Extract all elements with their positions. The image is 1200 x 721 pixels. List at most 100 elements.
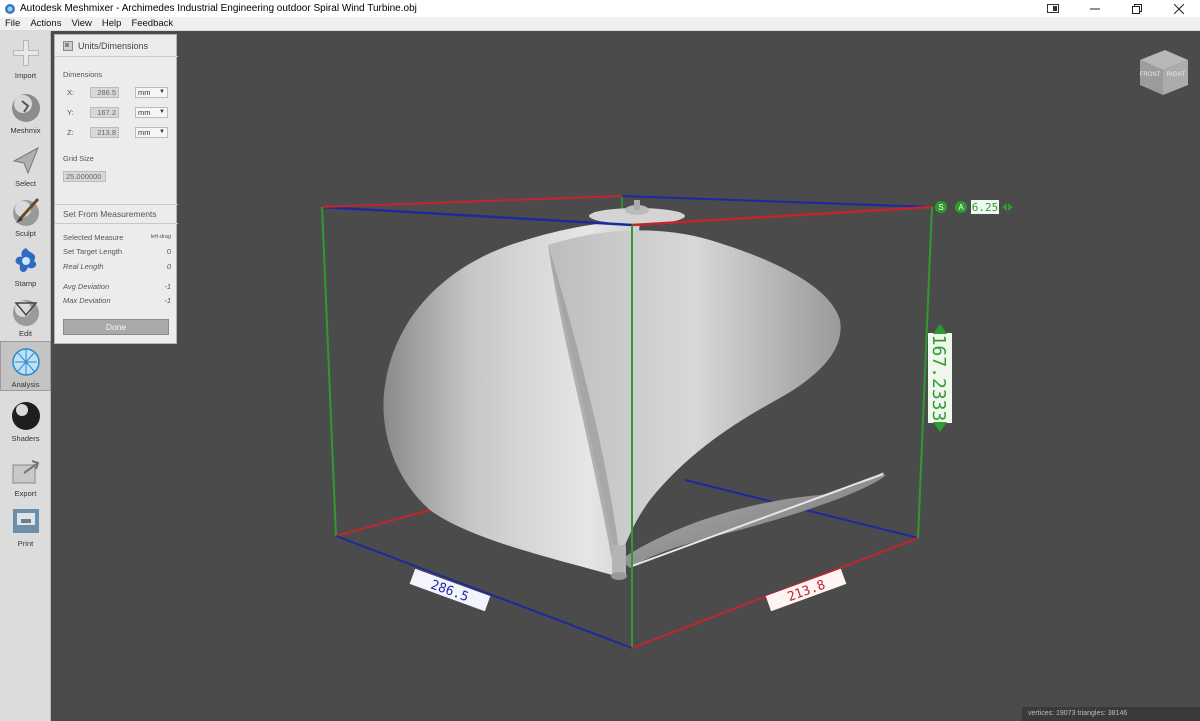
- edit-icon: [12, 300, 39, 326]
- y-unit-select[interactable]: mm ▼: [135, 107, 168, 118]
- restore-mode-button[interactable]: [1032, 0, 1074, 17]
- shaders-tool[interactable]: Shaders: [0, 396, 51, 446]
- x-unit-value: mm: [138, 88, 151, 97]
- height-value: 167.2333: [928, 335, 949, 422]
- meshmix-label: Meshmix: [10, 126, 41, 135]
- stamp-icon: [15, 248, 36, 273]
- max-deviation-label: Max Deviation: [63, 296, 111, 305]
- height-dimension-label: 167.2333: [928, 333, 952, 423]
- shaders-label: Shaders: [11, 434, 40, 443]
- z-label: Z:: [67, 128, 74, 137]
- units-dimensions-panel: Units/Dimensions Dimensions X: 286.5 mm ▼…: [54, 34, 178, 344]
- sculpt-brush-icon: [12, 197, 39, 226]
- avg-deviation-row: Avg Deviation -1: [63, 282, 171, 291]
- units-icon: [63, 40, 73, 51]
- select-label: Select: [15, 179, 36, 188]
- avg-deviation-value: -1: [164, 282, 171, 291]
- menu-feedback[interactable]: Feedback: [126, 17, 178, 31]
- set-target-length-label: Set Target Length: [63, 247, 123, 256]
- stamp-label: Stamp: [14, 279, 37, 288]
- print-icon: [12, 509, 39, 533]
- height-handle-bottom[interactable]: [933, 422, 947, 432]
- real-length-label: Real Length: [63, 262, 104, 271]
- viewcube-right-label: RIGHT: [1167, 72, 1186, 78]
- shaders-sphere-icon: [11, 402, 40, 430]
- y-dimension-input[interactable]: 167.2: [90, 107, 119, 118]
- menu-file[interactable]: File: [0, 17, 25, 31]
- width-dimension-label: 213.8: [765, 568, 847, 612]
- import-tool[interactable]: Import: [0, 33, 51, 83]
- close-icon: [1174, 3, 1184, 14]
- set-target-length-row[interactable]: Set Target Length 0: [63, 247, 171, 256]
- edit-tool[interactable]: Edit: [0, 291, 51, 341]
- view-cube[interactable]: FRONT RIGHT: [1140, 50, 1188, 95]
- print-tool[interactable]: Print: [0, 501, 51, 551]
- maximize-button[interactable]: [1116, 0, 1158, 17]
- max-deviation-row: Max Deviation -1: [63, 296, 171, 305]
- scale-s-label: S: [938, 203, 943, 212]
- y-unit-value: mm: [138, 108, 151, 117]
- z-unit-select[interactable]: mm ▼: [135, 127, 168, 138]
- analysis-icon: [11, 348, 40, 376]
- panel-header: Units/Dimensions: [55, 35, 178, 57]
- x-unit-select[interactable]: mm ▼: [135, 87, 168, 98]
- meshmix-tool[interactable]: Meshmix: [0, 88, 51, 138]
- meshmixer-app-icon: [5, 3, 15, 14]
- sculpt-label: Sculpt: [15, 229, 36, 238]
- grid-size-label: Grid Size: [63, 154, 94, 163]
- minimize-button[interactable]: [1074, 0, 1116, 17]
- plus-icon: [12, 40, 39, 66]
- z-unit-value: mm: [138, 128, 151, 137]
- set-from-measurements-header[interactable]: Set From Measurements: [55, 204, 178, 224]
- viewcube-front-label: FRONT: [1140, 72, 1161, 78]
- selected-measure-row: Selected Measure left-drag: [63, 233, 171, 242]
- set-target-length-value[interactable]: 0: [167, 247, 171, 256]
- select-tool[interactable]: Select: [0, 141, 51, 191]
- analysis-label: Analysis: [11, 380, 40, 389]
- y-label: Y:: [67, 108, 74, 117]
- dimensions-label: Dimensions: [63, 70, 103, 79]
- scale-a-label: A: [958, 203, 964, 212]
- sculpt-tool[interactable]: Sculpt: [0, 191, 51, 241]
- scene-canvas[interactable]: 286.5 213.8 167.2333 S A 6.25 FRONT RIGH…: [51, 31, 1200, 721]
- title-bar: Autodesk Meshmixer - Archimedes Industri…: [0, 0, 1200, 17]
- avg-deviation-label: Avg Deviation: [63, 282, 110, 291]
- menu-help[interactable]: Help: [97, 17, 127, 31]
- export-tool[interactable]: Export: [0, 451, 51, 501]
- print-label: Print: [17, 539, 34, 548]
- max-deviation-value: -1: [164, 296, 171, 305]
- panel-title: Units/Dimensions: [78, 40, 149, 51]
- x-label: X:: [67, 88, 75, 97]
- grid-size-input[interactable]: 25.000000: [63, 171, 106, 182]
- turbine-model[interactable]: [383, 200, 885, 580]
- analysis-tool[interactable]: Analysis: [0, 341, 51, 391]
- select-arrow-icon: [12, 146, 39, 175]
- selected-measure-value: left-drag: [150, 234, 171, 240]
- done-button[interactable]: Done: [63, 319, 169, 335]
- 3d-viewport[interactable]: 286.5 213.8 167.2333 S A 6.25 FRONT RIGH…: [51, 31, 1200, 721]
- real-length-row: Real Length 0: [63, 262, 171, 271]
- z-dimension-input[interactable]: 213.8: [90, 127, 119, 138]
- left-toolbar: Import Meshmix Select Sculpt Stamp Edit …: [0, 31, 51, 721]
- height-handle-top[interactable]: [933, 324, 947, 334]
- export-label: Export: [14, 489, 37, 498]
- restore-icon: [1132, 3, 1142, 14]
- close-button[interactable]: [1158, 0, 1200, 17]
- window-mode-icon: [1047, 4, 1059, 13]
- chevron-down-icon: ▼: [159, 89, 165, 95]
- edit-label: Edit: [19, 329, 32, 338]
- selected-measure-label: Selected Measure: [63, 233, 124, 242]
- import-label: Import: [14, 71, 37, 80]
- minimize-icon: [1090, 8, 1100, 9]
- stamp-tool[interactable]: Stamp: [0, 241, 51, 291]
- menu-view[interactable]: View: [66, 17, 96, 31]
- x-dimension-input[interactable]: 286.5: [90, 87, 119, 98]
- chevron-down-icon: ▼: [159, 129, 165, 135]
- window-title: Autodesk Meshmixer - Archimedes Industri…: [20, 3, 417, 14]
- chevron-down-icon: ▼: [159, 109, 165, 115]
- menu-actions[interactable]: Actions: [25, 17, 66, 31]
- export-icon: [12, 460, 39, 484]
- meshmix-icon: [11, 94, 40, 122]
- status-bar: vertices: 19073 triangles: 38146: [1022, 707, 1200, 721]
- scale-widget[interactable]: S A 6.25: [935, 200, 1013, 214]
